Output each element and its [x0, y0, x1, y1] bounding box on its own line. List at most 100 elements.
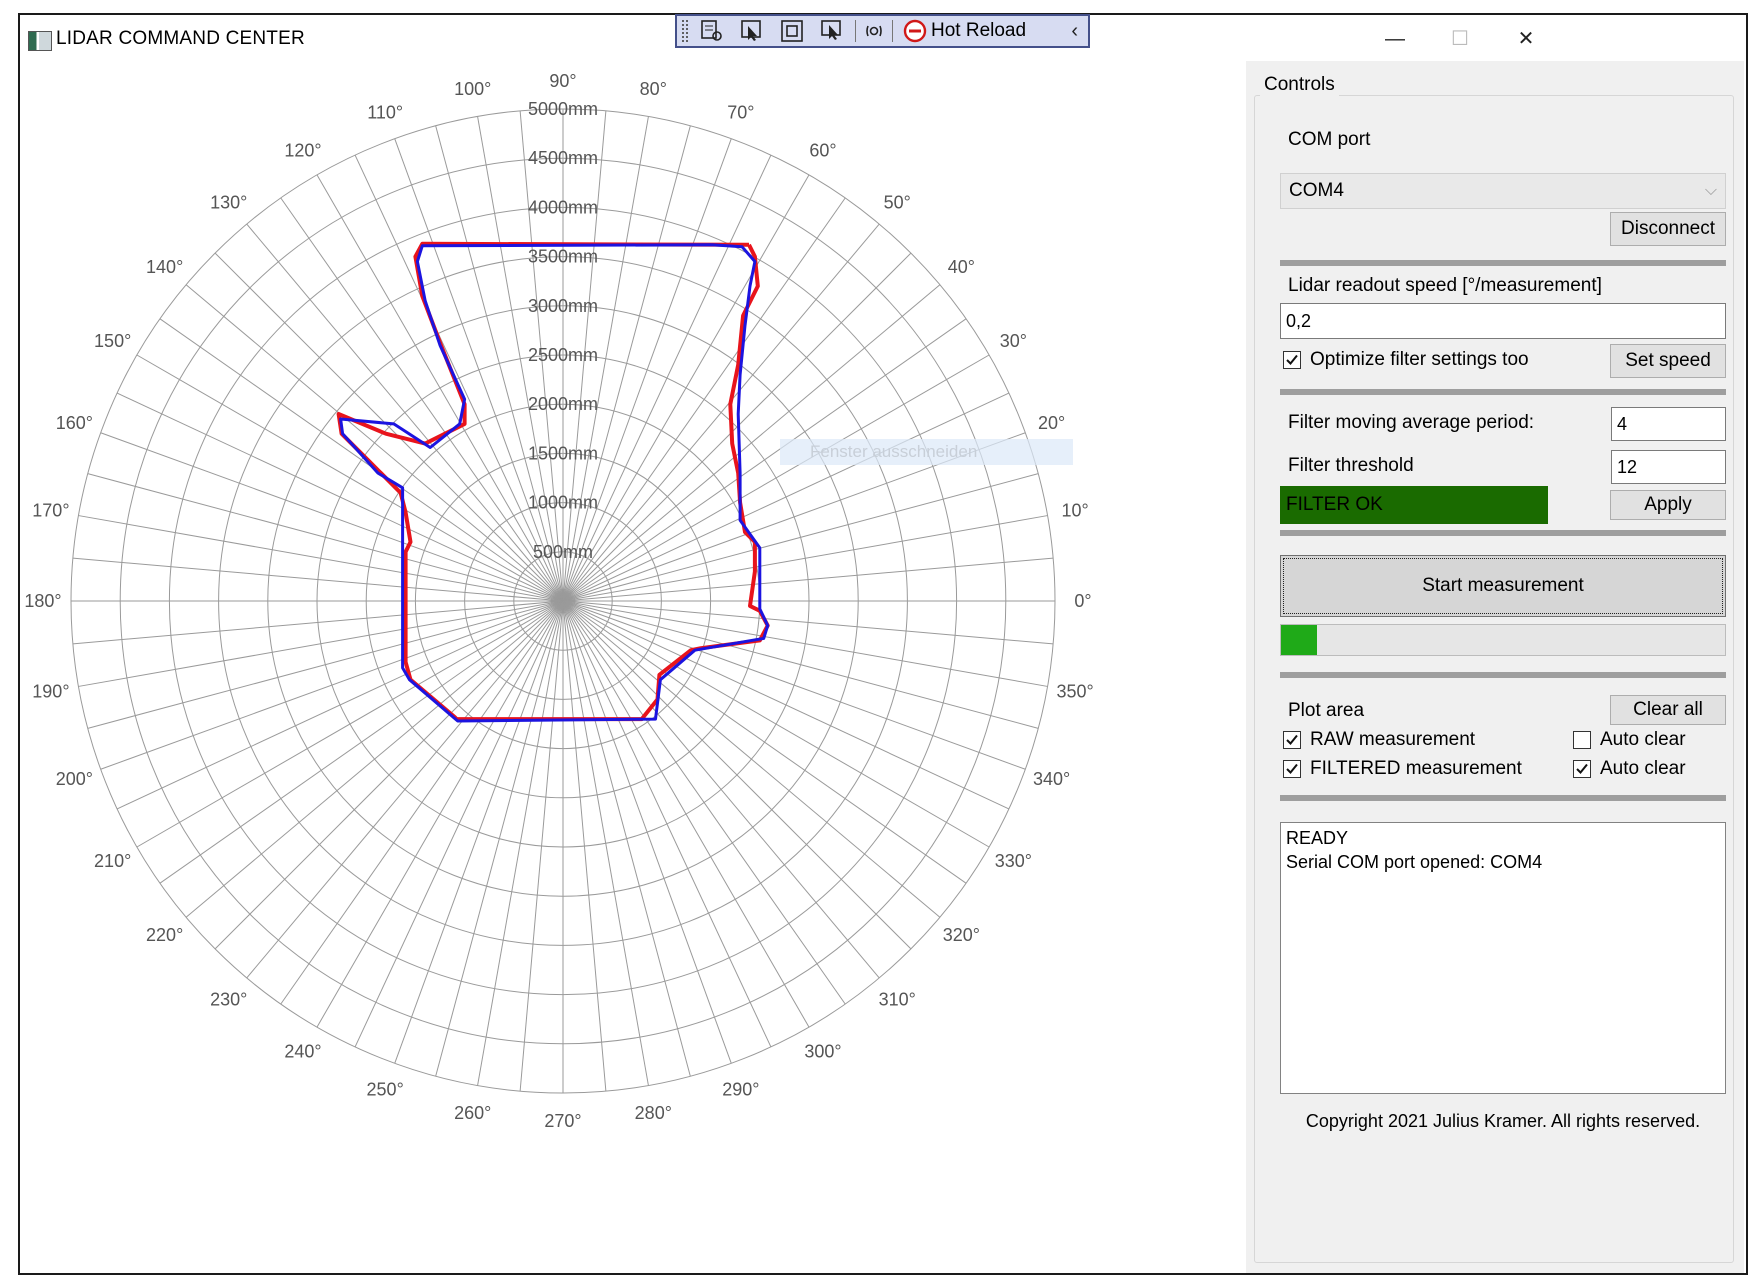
ring-tick-label: 4000mm [528, 197, 598, 217]
readout-speed-input[interactable] [1280, 303, 1726, 339]
toolbar-separator [892, 20, 893, 42]
progress-fill [1281, 625, 1317, 655]
angle-tick-label: 0° [1074, 591, 1091, 611]
filtered-measurement-label: FILTERED measurement [1310, 758, 1522, 779]
ring-tick-label: 3000mm [528, 296, 598, 316]
minimize-button[interactable]: — [1375, 25, 1415, 53]
grid-spoke [316, 600, 564, 1028]
optimize-label: Optimize filter settings too [1310, 349, 1529, 370]
stop-icon [903, 19, 927, 43]
polar-plot[interactable]: 500mm 1000mm 1500mm 2000mm 2500mm 3000mm 3500m… [20, 61, 1238, 1275]
grid-spoke [562, 557, 1054, 602]
angle-tick-label: 210° [94, 851, 131, 871]
toolbar-separator [855, 20, 856, 42]
select-element-icon[interactable] [695, 17, 729, 45]
angle-tick-label: 60° [809, 141, 836, 161]
angle-tick-label: 300° [804, 1041, 841, 1061]
set-speed-button[interactable]: Set speed [1610, 344, 1726, 378]
plot-area-label: Plot area [1288, 700, 1365, 721]
xaml-reload-icon[interactable] [862, 17, 886, 45]
raw-measurement-checkbox[interactable] [1283, 731, 1301, 749]
clear-all-button[interactable]: Clear all [1610, 695, 1726, 725]
controls-panel: Controls COM port COM4 ⌵ Disconnect Lida… [1246, 61, 1744, 1273]
separator [1280, 795, 1726, 801]
separator [1280, 260, 1726, 266]
log-line: READY [1286, 828, 1349, 848]
title-bar: LIDAR COMMAND CENTER Hot Reload ‹ — ☐ ✕ [20, 14, 1746, 61]
grid-spoke [562, 600, 990, 848]
angle-tick-label: 20° [1038, 413, 1065, 433]
grid-spoke [519, 600, 564, 1092]
start-measurement-button[interactable]: Start measurement [1280, 555, 1726, 617]
angle-tick-label: 260° [454, 1103, 491, 1123]
pointer-icon[interactable] [735, 17, 769, 45]
polar-chart-svg: 500mm 1000mm 1500mm 2000mm 2500mm 3000mm 3500m… [24, 71, 1093, 1131]
angle-tick-label: 350° [1056, 681, 1093, 701]
layout-adorner-icon[interactable] [775, 17, 809, 45]
grid-spoke [562, 354, 990, 602]
angle-tick-label: 150° [94, 331, 131, 351]
ring-tick-label: 500mm [533, 542, 593, 562]
com-port-label: COM port [1288, 129, 1371, 150]
threshold-input[interactable] [1611, 450, 1726, 484]
grid-spoke [87, 473, 564, 602]
ma-period-input[interactable] [1611, 407, 1726, 441]
grid-spoke [435, 600, 564, 1077]
log-line: Serial COM port opened: COM4 [1286, 852, 1543, 872]
app-icon [28, 31, 52, 51]
window-title: LIDAR COMMAND CENTER [56, 28, 305, 49]
grid-spoke [136, 354, 564, 602]
raw-auto-clear-label: Auto clear [1600, 729, 1686, 750]
grid-spoke [562, 600, 1010, 810]
controls-group-title: Controls [1260, 74, 1339, 96]
separator [1280, 389, 1726, 395]
angle-tick-label: 190° [32, 681, 69, 701]
ring-tick-label: 2500mm [528, 345, 598, 365]
maximize-button[interactable]: ☐ [1440, 25, 1480, 53]
angle-tick-label: 30° [1000, 331, 1027, 351]
filtered-auto-clear-checkbox[interactable] [1573, 760, 1591, 778]
chevron-down-icon: ⌵ [1704, 182, 1717, 199]
angle-tick-label: 240° [284, 1041, 321, 1061]
angle-tick-label: 10° [1061, 501, 1088, 521]
com-port-select[interactable]: COM4 ⌵ [1280, 173, 1726, 209]
toolbar-grip[interactable] [681, 19, 689, 43]
angle-tick-label: 140° [146, 257, 183, 277]
filtered-measurement-checkbox[interactable] [1283, 760, 1301, 778]
angle-tick-label: 170° [32, 501, 69, 521]
optimize-checkbox[interactable] [1283, 351, 1301, 369]
ring-tick-label: 2000mm [528, 394, 598, 414]
grid-spoke [562, 392, 1010, 602]
measurement-progress-bar [1280, 624, 1726, 656]
status-log[interactable]: READY Serial COM port opened: COM4 [1280, 822, 1726, 1094]
grid-spoke [316, 174, 564, 602]
apply-button[interactable]: Apply [1610, 490, 1726, 520]
hot-reload-toolbar: Hot Reload ‹ [675, 14, 1090, 48]
raw-auto-clear-checkbox[interactable] [1573, 731, 1591, 749]
grid-spoke [136, 600, 564, 848]
angle-tick-label: 70° [727, 102, 754, 122]
angle-tick-label: 340° [1033, 769, 1070, 789]
hot-reload-button[interactable]: Hot Reload [903, 19, 1026, 43]
angle-tick-label: 310° [879, 989, 916, 1009]
copyright-text: Copyright 2021 Julius Kramer. All rights… [1305, 1111, 1701, 1131]
angle-tick-label: 160° [56, 413, 93, 433]
grid-spoke [87, 600, 564, 729]
separator [1280, 672, 1726, 678]
angle-tick-label: 180° [24, 591, 61, 611]
ring-tick-label: 4500mm [528, 148, 598, 168]
filtered-auto-clear-label: Auto clear [1600, 758, 1686, 779]
grid-spoke [72, 600, 564, 645]
disconnect-button[interactable]: Disconnect [1610, 212, 1726, 246]
grid-spoke [562, 600, 607, 1092]
hot-reload-label: Hot Reload [931, 20, 1027, 41]
angle-tick-label: 230° [210, 989, 247, 1009]
angle-tick-label: 290° [722, 1080, 759, 1100]
track-focus-icon[interactable] [815, 17, 849, 45]
collapse-chevron-icon[interactable]: ‹ [1071, 20, 1078, 43]
separator [1280, 530, 1726, 536]
angle-tick-label: 280° [635, 1103, 672, 1123]
main-window: LIDAR COMMAND CENTER Hot Reload ‹ — ☐ ✕ … [18, 13, 1748, 1275]
angle-tick-label: 320° [943, 925, 980, 945]
close-button[interactable]: ✕ [1506, 25, 1546, 53]
